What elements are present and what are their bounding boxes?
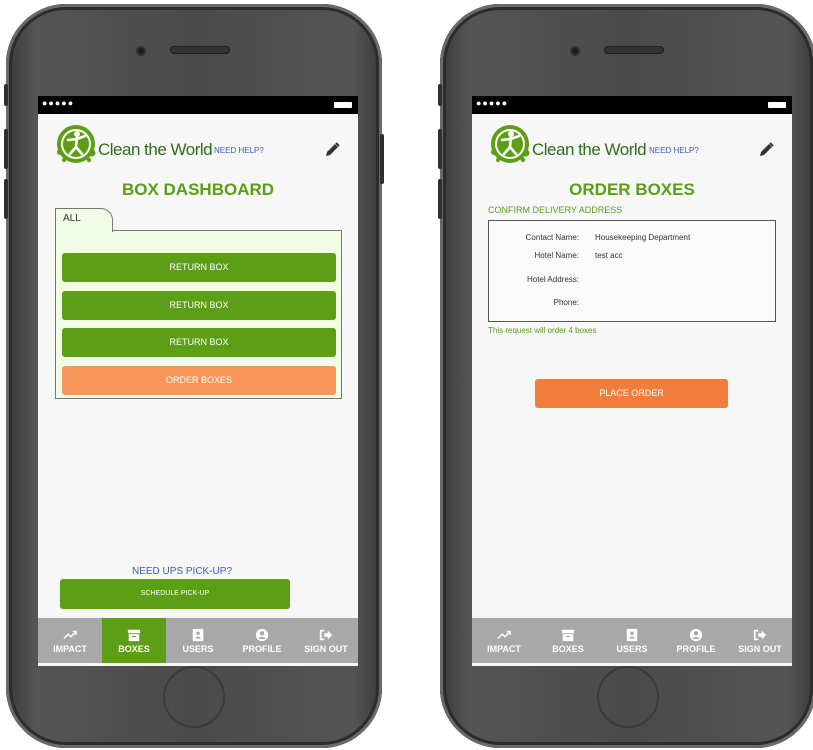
volume-down-button xyxy=(4,179,8,219)
nav-label: IMPACT xyxy=(53,643,87,654)
app-header: Clean the World NEED HELP? xyxy=(472,114,792,174)
edit-pencil-icon[interactable] xyxy=(324,142,340,158)
brand-name: Clean the World xyxy=(532,140,647,159)
nav-label: USERS xyxy=(182,643,214,654)
nav-label: USERS xyxy=(616,643,648,654)
nav-users[interactable]: USERS xyxy=(600,618,664,663)
bottom-nav: IMPACT BOXES USERS PROFILE SIGN OUT xyxy=(38,618,358,663)
power-button xyxy=(380,134,384,184)
trending-up-icon xyxy=(63,630,77,639)
front-camera xyxy=(570,46,580,56)
volume-up-button xyxy=(4,129,8,169)
return-box-button[interactable]: RETURN BOX xyxy=(62,291,336,320)
tab-all[interactable]: ALL xyxy=(55,208,113,232)
trending-up-icon xyxy=(497,630,511,639)
nav-label: PROFILE xyxy=(242,643,282,654)
user-circle-icon xyxy=(689,628,703,641)
home-button[interactable] xyxy=(163,666,225,728)
clean-the-world-logo xyxy=(56,124,96,164)
archive-box-icon xyxy=(127,629,141,641)
nav-label: BOXES xyxy=(552,643,584,654)
phone-frame-left: ●●●●● Clean the World NEED HELP? BOX DAS… xyxy=(4,4,384,748)
contact-name-label: Contact Name: xyxy=(525,233,579,242)
order-boxes-button[interactable]: ORDER BOXES xyxy=(62,366,336,395)
volume-down-button xyxy=(438,179,442,219)
need-help-link[interactable]: NEED HELP? xyxy=(649,146,699,155)
return-box-button[interactable]: RETURN BOX xyxy=(62,253,336,282)
battery-icon xyxy=(768,102,786,108)
phone-frame-right: ●●●●● Clean the World NEED HELP? ORDER B… xyxy=(438,4,813,748)
signal-strength-icon: ●●●●● xyxy=(42,98,75,108)
schedule-pickup-button[interactable]: SCHEDULE PICK-UP xyxy=(60,579,290,609)
nav-boxes[interactable]: BOXES xyxy=(102,618,166,663)
archive-box-icon xyxy=(561,629,575,641)
confirm-address-heading: CONFIRM DELIVERY ADDRESS xyxy=(488,205,623,215)
user-circle-icon xyxy=(255,628,269,641)
mute-switch xyxy=(438,84,442,106)
screen-order-boxes: ●●●●● Clean the World NEED HELP? ORDER B… xyxy=(472,96,792,666)
phone-label: Phone: xyxy=(553,298,579,307)
nav-label: SIGN OUT xyxy=(304,643,348,654)
nav-profile[interactable]: PROFILE xyxy=(230,618,294,663)
nav-sign-out[interactable]: SIGN OUT xyxy=(728,618,792,663)
edit-pencil-icon[interactable] xyxy=(758,142,774,158)
nav-label: BOXES xyxy=(118,643,150,654)
nav-label: SIGN OUT xyxy=(738,643,782,654)
signal-strength-icon: ●●●●● xyxy=(476,98,509,108)
screen-box-dashboard: ●●●●● Clean the World NEED HELP? BOX DAS… xyxy=(38,96,358,666)
boxes-panel: RETURN BOX RETURN BOX RETURN BOX ORDER B… xyxy=(55,230,342,399)
hotel-name-value: test acc xyxy=(595,251,623,260)
hotel-address-label: Hotel Address: xyxy=(526,275,579,284)
sign-out-icon xyxy=(319,629,333,640)
contacts-book-icon xyxy=(192,628,204,641)
nav-sign-out[interactable]: SIGN OUT xyxy=(294,618,358,663)
bottom-nav: IMPACT BOXES USERS PROFILE SIGN OUT xyxy=(472,618,792,663)
front-camera xyxy=(136,46,146,56)
hotel-name-label: Hotel Name: xyxy=(534,251,579,260)
nav-profile[interactable]: PROFILE xyxy=(664,618,728,663)
brand-name: Clean the World xyxy=(98,140,213,159)
need-help-link[interactable]: NEED HELP? xyxy=(214,146,264,155)
home-button[interactable] xyxy=(597,666,659,728)
contact-name-value: Housekeeping Department xyxy=(595,233,691,242)
ups-pickup-prompt: NEED UPS PICK-UP? xyxy=(131,566,233,577)
page-title: BOX DASHBOARD xyxy=(121,180,275,199)
app-header: Clean the World NEED HELP? xyxy=(38,114,358,174)
clean-the-world-logo xyxy=(490,124,530,164)
nav-label: IMPACT xyxy=(487,643,521,654)
place-order-button[interactable]: PLACE ORDER xyxy=(535,379,728,408)
sign-out-icon xyxy=(753,629,767,640)
volume-up-button xyxy=(438,129,442,169)
return-box-button[interactable]: RETURN BOX xyxy=(62,328,336,357)
order-quantity-note: This request will order 4 boxes xyxy=(488,326,597,335)
mute-switch xyxy=(4,84,8,106)
earpiece-speaker xyxy=(170,46,230,54)
battery-icon xyxy=(334,102,352,108)
nav-impact[interactable]: IMPACT xyxy=(472,618,536,663)
earpiece-speaker xyxy=(604,46,664,54)
nav-boxes[interactable]: BOXES xyxy=(536,618,600,663)
page-title: ORDER BOXES xyxy=(569,180,695,199)
delivery-address-box: Contact Name: Housekeeping Department Ho… xyxy=(488,220,776,322)
status-bar: ●●●●● xyxy=(38,96,358,114)
contacts-book-icon xyxy=(626,628,638,641)
status-bar: ●●●●● xyxy=(472,96,792,114)
nav-users[interactable]: USERS xyxy=(166,618,230,663)
nav-label: PROFILE xyxy=(676,643,716,654)
nav-impact[interactable]: IMPACT xyxy=(38,618,102,663)
